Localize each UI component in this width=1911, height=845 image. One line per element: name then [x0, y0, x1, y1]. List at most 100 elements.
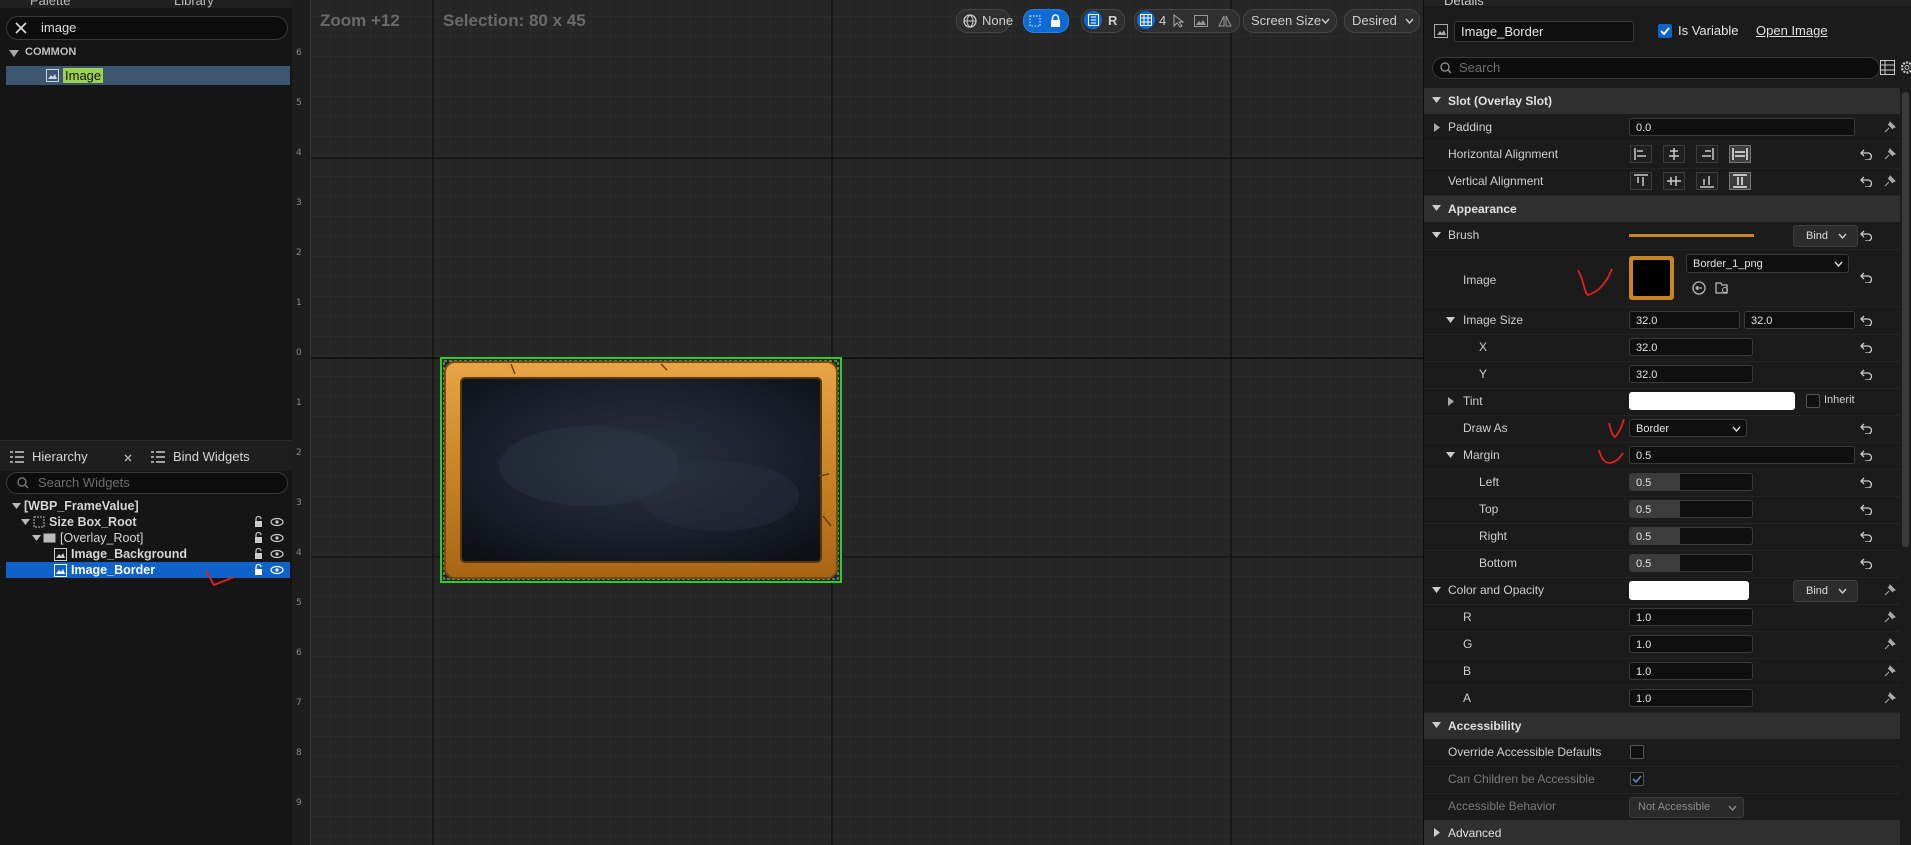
reset-icon[interactable]	[1860, 314, 1873, 326]
lock-eye-icons[interactable]	[252, 548, 284, 560]
margin-input[interactable]: 0.5	[1629, 446, 1855, 464]
chevron-down-icon[interactable]	[1446, 317, 1455, 324]
tab-palette[interactable]: Palette	[10, 0, 70, 8]
margin-left-slider[interactable]: 0.5	[1629, 473, 1753, 491]
hierarchy-search-input[interactable]: Search Widgets	[6, 472, 288, 494]
is-variable-checkbox[interactable]	[1658, 24, 1672, 38]
tree-item-image-background[interactable]: Image_Background	[6, 546, 290, 562]
tree-item-image-border[interactable]: Image_Border	[6, 562, 290, 578]
use-selected-icon[interactable]	[1692, 281, 1706, 295]
pin-icon[interactable]	[1883, 691, 1897, 705]
g-input[interactable]: 1.0	[1629, 635, 1753, 653]
reset-icon[interactable]	[1860, 557, 1873, 569]
margin-bottom-slider[interactable]: 0.5	[1629, 554, 1753, 572]
reset-icon[interactable]	[1860, 148, 1873, 160]
tint-color-swatch[interactable]	[1629, 392, 1795, 410]
reset-icon[interactable]	[1860, 476, 1873, 488]
accessible-behavior-dropdown[interactable]: Not Accessible	[1629, 797, 1744, 818]
tree-item-size-box-root[interactable]: Size Box_Root	[6, 514, 290, 530]
mirror-icon[interactable]	[1218, 15, 1232, 27]
details-search-input[interactable]: Search	[1432, 57, 1880, 79]
details-scrollbar[interactable]	[1902, 92, 1909, 547]
color-swatch[interactable]	[1629, 581, 1749, 600]
brush-bind-button[interactable]: Bind	[1793, 225, 1858, 247]
lock-eye-icons[interactable]	[252, 564, 284, 576]
grid-snap-toolbar[interactable]: 4	[1134, 9, 1240, 33]
b-input[interactable]: 1.0	[1629, 662, 1753, 680]
valign-center-button[interactable]	[1663, 172, 1685, 190]
reset-icon[interactable]	[1860, 341, 1873, 353]
override-accessible-checkbox[interactable]	[1630, 745, 1644, 759]
palette-search-input[interactable]: image	[6, 16, 288, 40]
pin-icon[interactable]	[1883, 120, 1897, 134]
margin-right-slider[interactable]: 0.5	[1629, 527, 1753, 545]
halign-center-button[interactable]	[1663, 145, 1685, 163]
tab-details[interactable]: Details	[1444, 0, 1484, 8]
reset-icon[interactable]	[1860, 422, 1873, 434]
section-accessibility[interactable]: Accessibility	[1424, 713, 1900, 739]
reset-icon[interactable]	[1860, 368, 1873, 380]
tab-bind-widgets[interactable]: Bind Widgets	[173, 449, 250, 464]
image-asset-dropdown[interactable]: Border_1_png	[1686, 254, 1849, 273]
valign-fill-button[interactable]	[1729, 172, 1751, 190]
browse-icon[interactable]	[1715, 281, 1730, 295]
chevron-down-icon[interactable]	[1446, 452, 1455, 459]
clear-icon[interactable]	[15, 22, 27, 34]
pin-icon[interactable]	[1883, 664, 1897, 678]
margin-top-slider[interactable]: 0.5	[1629, 500, 1753, 518]
pin-icon[interactable]	[1883, 147, 1897, 161]
tree-item-overlay-root[interactable]: [Overlay_Root]	[6, 530, 290, 546]
gear-icon[interactable]	[1899, 60, 1911, 75]
halign-right-button[interactable]	[1696, 145, 1718, 163]
tab-hierarchy[interactable]: Hierarchy	[32, 449, 88, 464]
inherit-checkbox[interactable]	[1806, 394, 1820, 408]
snap-lock-toggle[interactable]	[1023, 9, 1069, 33]
halign-left-button[interactable]	[1630, 145, 1652, 163]
desired-size-dropdown[interactable]: Desired	[1344, 9, 1420, 33]
color-bind-button[interactable]: Bind	[1793, 580, 1858, 602]
cursor-icon[interactable]	[1173, 14, 1185, 28]
reset-icon[interactable]	[1860, 449, 1873, 461]
table-view-icon[interactable]	[1880, 60, 1895, 75]
reset-icon[interactable]	[1860, 530, 1873, 542]
section-appearance[interactable]: Appearance	[1424, 196, 1900, 222]
pin-icon[interactable]	[1883, 174, 1897, 188]
halign-fill-button[interactable]	[1729, 145, 1751, 163]
none-button[interactable]: None	[956, 9, 1013, 33]
tab-library[interactable]: Library	[152, 0, 214, 8]
chevron-down-icon[interactable]	[9, 50, 19, 58]
designer-viewport[interactable]: 6 5 4 3 2 1 0 1 2 3 4 5 6 7 8 9 Zoom +12 Selection: 80 …	[292, 0, 1423, 845]
lock-eye-icons[interactable]	[252, 516, 284, 528]
close-tab-icon[interactable]	[124, 454, 132, 462]
tree-item-root[interactable]: [WBP_FrameValue]	[6, 498, 290, 514]
image-size-x-input[interactable]: 32.0	[1629, 311, 1740, 329]
chevron-right-icon[interactable]	[1434, 123, 1440, 132]
children-accessible-checkbox[interactable]	[1630, 772, 1644, 786]
chevron-down-icon[interactable]	[1432, 587, 1441, 594]
valign-top-button[interactable]	[1630, 172, 1652, 190]
a-input[interactable]: 1.0	[1629, 689, 1753, 707]
screen-size-dropdown[interactable]: Screen Size	[1243, 9, 1337, 33]
pin-icon[interactable]	[1883, 583, 1897, 597]
image-icon[interactable]	[1194, 15, 1208, 27]
image-size-y-input[interactable]: 32.0	[1744, 311, 1855, 329]
image-thumbnail[interactable]	[1629, 256, 1674, 300]
reset-icon[interactable]	[1860, 503, 1873, 515]
render-toggle[interactable]: R	[1081, 9, 1125, 33]
lock-eye-icons[interactable]	[252, 532, 284, 544]
chevron-right-icon[interactable]	[1448, 397, 1454, 406]
reset-icon[interactable]	[1860, 229, 1873, 241]
chevron-down-icon[interactable]	[1432, 232, 1441, 239]
padding-input[interactable]: 0.0	[1629, 118, 1855, 136]
chevron-down-icon[interactable]	[21, 519, 30, 526]
palette-item-image[interactable]: Image	[6, 66, 290, 85]
section-slot[interactable]: Slot (Overlay Slot)	[1424, 88, 1900, 114]
section-advanced[interactable]: Advanced	[1424, 820, 1900, 845]
reset-icon[interactable]	[1860, 271, 1873, 283]
chevron-down-icon[interactable]	[32, 535, 41, 542]
r-input[interactable]: 1.0	[1629, 608, 1753, 626]
pin-icon[interactable]	[1883, 610, 1897, 624]
valign-bottom-button[interactable]	[1696, 172, 1718, 190]
image-border-widget-preview[interactable]	[439, 356, 843, 584]
widget-name-input[interactable]: Image_Border	[1454, 21, 1634, 42]
